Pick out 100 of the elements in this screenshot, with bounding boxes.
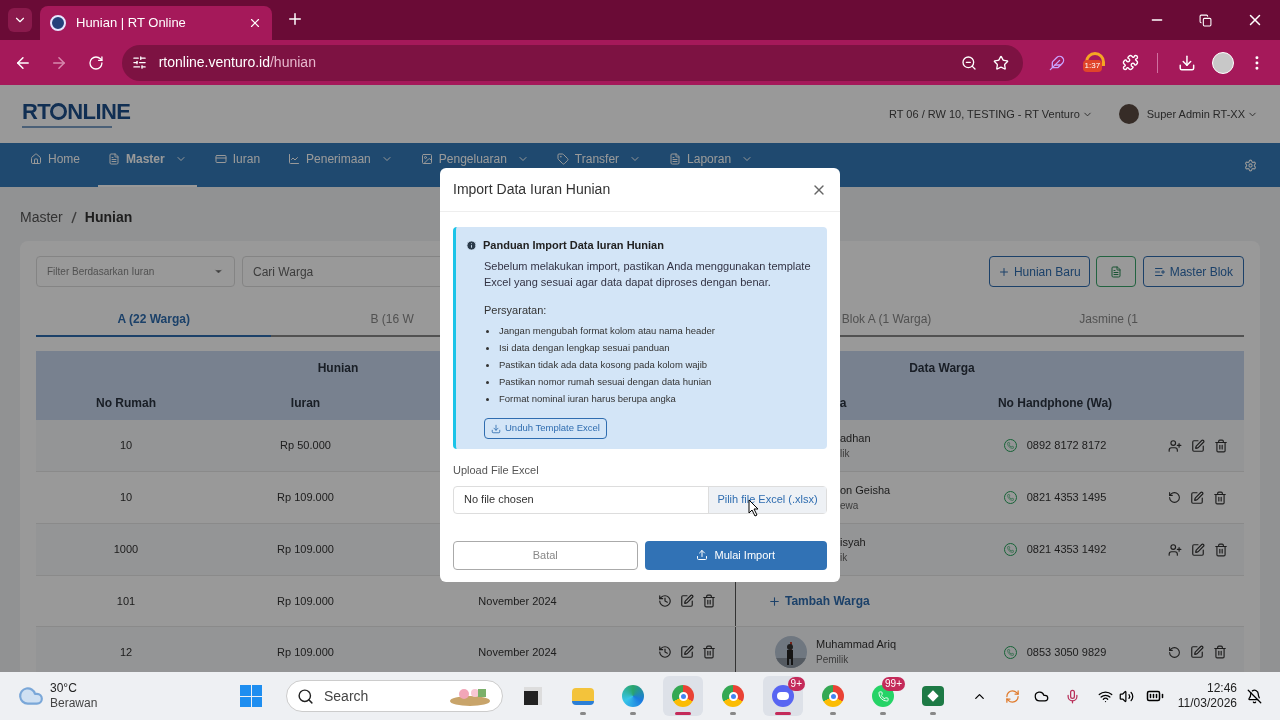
trash-icon[interactable] [1213, 645, 1227, 659]
site-settings-icon[interactable] [131, 55, 147, 70]
bookmark-star-icon[interactable] [992, 54, 1009, 71]
resident-name: on Geisha [840, 482, 891, 498]
edit-icon[interactable] [1191, 542, 1205, 557]
table-cell-text: 10 [118, 490, 134, 506]
taskbar-app-button[interactable]: 99+ [863, 676, 903, 716]
history-icon[interactable] [658, 594, 672, 608]
tab-list-button[interactable] [8, 8, 32, 32]
trash-icon[interactable] [1214, 542, 1228, 557]
trash-icon[interactable] [1213, 490, 1227, 505]
nav-icon [420, 153, 433, 165]
resident-name: adhan [840, 430, 871, 446]
zoom-out-icon[interactable] [960, 54, 977, 71]
phone-number: 0853 3050 9829 [1026, 644, 1107, 660]
add-resident-link[interactable]: Tambah Warga [768, 592, 870, 610]
tab[interactable]: A (22 Warga) [36, 303, 272, 337]
trash-icon[interactable] [702, 594, 716, 608]
nav-icon [214, 153, 227, 165]
download-icon[interactable] [1178, 53, 1197, 72]
start-import-button[interactable]: Mulai Import [644, 540, 827, 570]
breadcrumb-item[interactable]: Master [20, 207, 63, 228]
user-menu[interactable]: Super Admin RT-XX [1146, 105, 1258, 123]
settings-icon[interactable] [1244, 158, 1257, 172]
column-header: Iuran [289, 394, 322, 412]
folder-icon[interactable] [572, 687, 594, 705]
restore-icon[interactable] [1199, 14, 1212, 27]
bullet-icon [486, 398, 489, 401]
community-selector[interactable]: RT 06 / RW 10, TESTING - RT Venturo [889, 105, 1093, 123]
volume-icon[interactable] [1118, 688, 1134, 704]
sync-icon[interactable] [1004, 688, 1020, 704]
discord-icon[interactable] [772, 685, 794, 707]
trash-icon[interactable] [702, 645, 716, 659]
reload-icon[interactable] [87, 54, 104, 71]
add-user-icon[interactable] [1168, 438, 1182, 453]
notification-badge: 99+ [882, 677, 905, 691]
download-template-button[interactable]: Unduh Template Excel [484, 418, 607, 439]
bullet-icon [486, 330, 489, 333]
edit-icon[interactable] [1190, 645, 1204, 659]
history-icon[interactable] [658, 645, 672, 659]
running-indicator [930, 712, 936, 715]
temperature: 30°C [50, 681, 78, 696]
column-header: No Rumah [95, 394, 157, 412]
onedrive-cloud-icon[interactable] [1033, 688, 1049, 704]
task-view-icon[interactable] [524, 687, 542, 705]
export-button[interactable] [1095, 256, 1136, 287]
running-indicator [880, 712, 886, 715]
notifications-icon[interactable] [1247, 688, 1262, 704]
nav-item[interactable]: Iuran [204, 143, 271, 187]
taskbar-app-button[interactable]: 9+ [763, 676, 803, 716]
nav-item[interactable]: Home [20, 143, 90, 187]
tab[interactable]: Jasmine (1 [999, 303, 1244, 337]
chrome-icon[interactable] [672, 685, 694, 707]
table-cell-text: 10 [118, 438, 134, 454]
close-icon[interactable] [248, 16, 262, 30]
running-indicator [775, 712, 791, 715]
edit-icon[interactable] [680, 594, 694, 608]
feather-extension-icon[interactable] [1048, 54, 1065, 71]
wifi-icon[interactable] [1097, 688, 1113, 704]
nav-icon [30, 153, 42, 165]
excel-icon[interactable] [922, 686, 944, 706]
extensions-icon[interactable] [1122, 54, 1140, 71]
nav-item[interactable]: Laporan [659, 143, 764, 187]
chrome-icon[interactable] [822, 685, 844, 707]
guide-title: Panduan Import Data Iuran Hunian [483, 238, 664, 253]
info-icon [466, 239, 477, 251]
edit-icon[interactable] [1190, 490, 1204, 505]
upload-label: Upload File Excel [453, 463, 540, 478]
add-button[interactable]: Hunian Baru [988, 256, 1090, 287]
requirements-title: Persyaratan: [484, 302, 548, 318]
nav-item[interactable]: Penerimaan [278, 143, 403, 187]
cancel-button[interactable]: Batal [453, 540, 638, 570]
whatsapp-icon[interactable] [872, 685, 894, 707]
taskbar-search-field[interactable]: Search [286, 680, 503, 712]
address-bar[interactable]: rtonline.venturo.id/hunian [121, 44, 1023, 81]
master-button[interactable]: Master Blok [1142, 256, 1244, 287]
nav-item[interactable]: Master [98, 143, 197, 187]
add-user-icon[interactable] [1168, 542, 1182, 557]
reset-icon[interactable] [1168, 491, 1181, 504]
profile-avatar-icon[interactable] [1212, 51, 1235, 74]
reset-icon[interactable] [1168, 645, 1181, 659]
edit-icon[interactable] [1191, 438, 1205, 453]
phone-number: 0821 4353 1492 [1026, 542, 1107, 558]
edge-icon[interactable] [622, 685, 644, 707]
column-header: a [838, 394, 848, 412]
trash-icon[interactable] [1214, 438, 1228, 453]
requirement-item: Isi data dengan lengkap sesuai panduan [499, 341, 670, 356]
requirement-item: Pastikan nomor rumah sesuai dengan data hunian [499, 375, 712, 390]
microphone-icon[interactable] [1064, 688, 1080, 704]
resident-role: lik [840, 446, 851, 461]
browser-tab[interactable]: Hunian | RT Online [40, 6, 272, 40]
site-favicon-icon [50, 15, 66, 31]
tab[interactable]: Blok A (1 Warga) [753, 303, 1000, 337]
start-icon[interactable] [240, 685, 262, 707]
chrome-icon[interactable] [722, 685, 744, 707]
breadcrumb-item: Hunian [84, 208, 133, 227]
tab-title: Hunian | RT Online [76, 14, 187, 33]
edit-icon[interactable] [680, 645, 694, 659]
new-tab-icon[interactable] [286, 10, 304, 28]
filter-select[interactable]: Filter Berdasarkan Iuran [36, 256, 235, 287]
